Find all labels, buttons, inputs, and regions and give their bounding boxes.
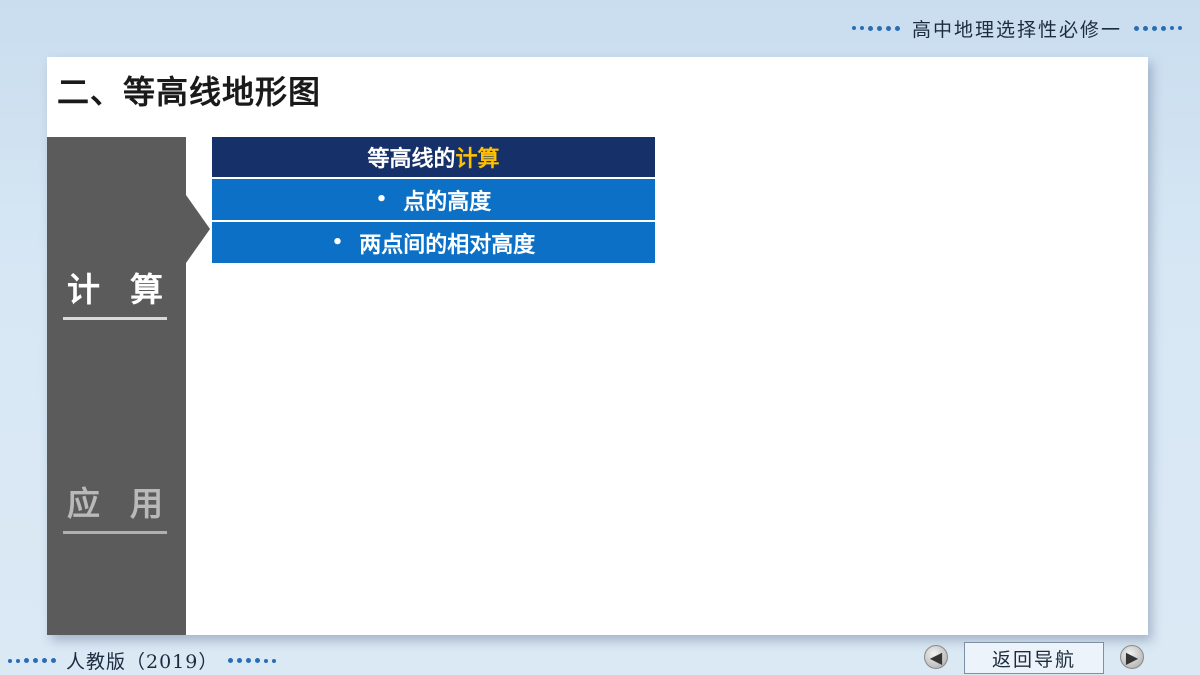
topic-sidebar [47, 137, 186, 635]
heading-prefix: 等高线的 [367, 147, 456, 172]
heading-highlight: 计算 [455, 147, 500, 172]
bullet-icon: • [375, 189, 388, 210]
content-table: 等高线的 计算 • 点的高度 • 两点间的相对高度 [212, 137, 655, 263]
table-row[interactable]: • 两点间的相对高度 [212, 222, 655, 263]
decorative-dots-left [851, 25, 900, 31]
course-title: 高中地理选择性必修一 [911, 18, 1122, 41]
active-topic-arrow-icon [186, 195, 210, 263]
top-header: 高中地理选择性必修一 [780, 8, 1200, 48]
slide-card: 二、等高线地形图 计算 应用 等高线的 计算 • 点的高度 • 两点间的相对高度 [47, 57, 1148, 635]
arrow-left-icon[interactable]: ◀ [924, 645, 948, 669]
table-heading: 等高线的 计算 [212, 137, 655, 177]
return-navigation-button[interactable]: 返回导航 [964, 642, 1104, 674]
sidebar-item-underline [63, 317, 167, 320]
decorative-dots-footer-right [228, 658, 277, 663]
sidebar-item-application[interactable]: 应用 [63, 477, 167, 534]
sidebar-item-label: 计算 [67, 270, 193, 309]
sidebar-item-underline [63, 531, 167, 534]
section-title: 二、等高线地形图 [57, 73, 322, 111]
sidebar-item-calculation[interactable]: 计算 [63, 263, 167, 320]
footer: 人教版（2019） ◀ 返回导航 ▶ [0, 639, 1200, 675]
bullet-icon: • [331, 232, 344, 253]
row-label: 点的高度 [403, 189, 492, 215]
row-label: 两点间的相对高度 [359, 232, 536, 258]
edition-label: 人教版（2019） [66, 651, 219, 673]
sidebar-item-label: 应用 [67, 484, 193, 523]
footer-left: 人教版（2019） [8, 647, 277, 674]
table-row[interactable]: • 点的高度 [212, 179, 655, 220]
arrow-right-icon[interactable]: ▶ [1120, 645, 1144, 669]
decorative-dots-footer-left [8, 658, 56, 663]
decorative-dots-right [1134, 25, 1182, 31]
